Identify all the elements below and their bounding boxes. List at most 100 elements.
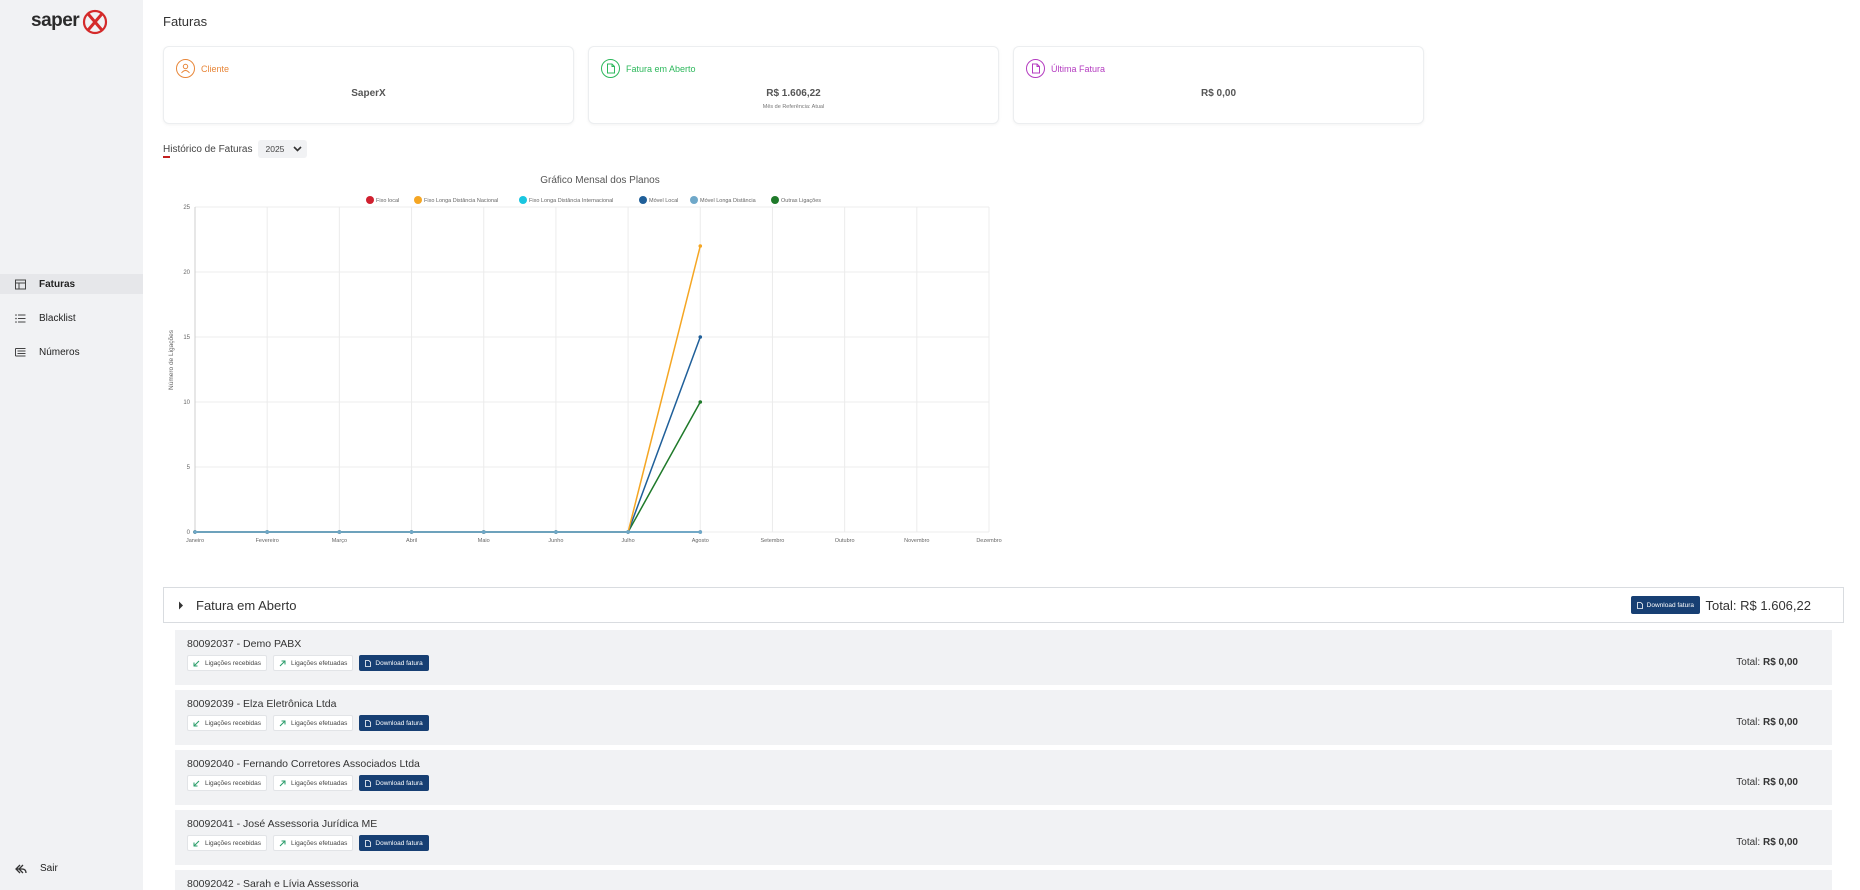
invoice-row: 80092042 - Sarah e Lívia Assessoria (175, 870, 1832, 890)
legend-swatch (690, 196, 698, 204)
chart-y-tick-label: 0 (187, 530, 191, 536)
client-card-label: Cliente (201, 63, 230, 74)
download-invoice-label: Download fatura (375, 659, 423, 667)
chart-x-tick-label: Abril (406, 538, 417, 544)
made-calls-button[interactable]: Ligações efetuadas (273, 655, 354, 671)
card-header: Fatura em Aberto (601, 59, 696, 78)
invoice-row-title: 80092041 - José Assessoria Jurídica ME (187, 818, 378, 830)
sidebar-item-label: Números (39, 346, 80, 358)
chart-series-line (195, 245, 701, 533)
open-invoice-title[interactable]: Fatura em Aberto (196, 598, 296, 613)
chart-data-point (265, 530, 269, 534)
monthly-plans-chart: Gráfico Mensal dos Planos Fixo local Fixo… (163, 168, 1013, 553)
year-select-value: 2025 (265, 144, 285, 154)
open-invoice-card-value: R$ 1.606,22 (766, 88, 821, 99)
invoice-row-total: Total: R$ 0,00 (1736, 837, 1798, 848)
sidebar-item-blacklist[interactable]: Blacklist (0, 308, 143, 328)
legend-swatch (519, 196, 527, 204)
document-icon (365, 779, 372, 787)
legend-swatch (414, 196, 422, 204)
made-calls-button[interactable]: Ligações efetuadas (273, 835, 354, 851)
legend-label: Fixo Longa Distância Internacional (529, 198, 613, 204)
sidebar-item-faturas[interactable]: Faturas (0, 274, 143, 294)
legend-label: Móvel Local (649, 198, 678, 204)
chart-data-point (409, 530, 414, 534)
caret-right-icon[interactable] (178, 601, 184, 610)
total-label: Total: (1736, 717, 1761, 728)
chart-data-point (337, 530, 342, 534)
download-invoice-button[interactable]: Download fatura (1630, 596, 1700, 614)
total-label: Total: (1736, 657, 1761, 668)
download-invoice-button[interactable]: Download fatura (359, 835, 429, 851)
legend-label: Fixo local (376, 198, 399, 204)
page-title: Faturas (163, 14, 208, 29)
total-label: Total: (1736, 837, 1761, 848)
received-calls-button[interactable]: Ligações recebidas (187, 715, 268, 731)
received-calls-button[interactable]: Ligações recebidas (187, 775, 268, 791)
chart-x-tick-label: Dezembro (976, 538, 1001, 544)
invoice-history-header: Histórico de Faturas 2025 (163, 140, 308, 158)
list-icon (15, 313, 26, 323)
chart-y-tick-label: 5 (187, 465, 191, 471)
chart-x-tick-label: Outubro (835, 538, 855, 544)
chart-y-tick-label: 10 (183, 400, 190, 406)
received-calls-label: Ligações recebidas (205, 839, 262, 847)
chart-x-tick-label: Fevereiro (256, 538, 279, 544)
invoice-table-icon (15, 279, 26, 289)
last-invoice-card-label: Última Fatura (1051, 63, 1106, 74)
received-calls-label: Ligações recebidas (205, 719, 262, 727)
chart-svg: Gráfico Mensal dos Planos Fixo local Fixo… (168, 175, 1002, 544)
document-icon (601, 59, 620, 78)
arrow-down-left-icon (193, 660, 200, 666)
invoice-row: 80092039 - Elza Eletrônica Ltda Ligações… (175, 690, 1832, 745)
download-invoice-button[interactable]: Download fatura (359, 655, 429, 671)
chart-y-axis-label: Número de Ligações (168, 329, 175, 390)
chart-x-ticks: Janeiro Fevereiro Março Abril Maio Junho Julho… (186, 538, 1002, 544)
logout-button[interactable]: Sair (15, 863, 58, 874)
legend-swatch (771, 196, 779, 204)
made-calls-button[interactable]: Ligações efetuadas (273, 775, 354, 791)
received-calls-button[interactable]: Ligações recebidas (187, 835, 268, 851)
chart-x-tick-label: Janeiro (186, 538, 204, 544)
total-label: Total: (1736, 777, 1761, 788)
received-calls-button[interactable]: Ligações recebidas (187, 655, 268, 671)
chart-data-point (698, 400, 703, 404)
download-invoice-button[interactable]: Download fatura (359, 775, 429, 791)
made-calls-button[interactable]: Ligações efetuadas (273, 715, 354, 731)
made-calls-label: Ligações efetuadas (291, 839, 348, 847)
made-calls-label: Ligações efetuadas (291, 659, 348, 667)
open-invoice-section: Fatura em Aberto Download fatura Total: … (163, 587, 1844, 623)
last-invoice-card-value: R$ 0,00 (1200, 88, 1237, 99)
made-calls-label: Ligações efetuadas (291, 779, 348, 787)
document-icon (1636, 601, 1643, 609)
chart-data-point (626, 530, 630, 534)
year-select[interactable]: 2025 (258, 140, 308, 158)
legend-swatch (639, 196, 647, 204)
logo-x-mark (82, 9, 108, 35)
chart-x-tick-label: Junho (548, 538, 563, 544)
invoice-row-total: Total: R$ 0,00 (1736, 777, 1798, 788)
document-icon (365, 719, 372, 727)
chart-x-tick-label: Novembro (904, 538, 929, 544)
saperx-logo[interactable]: saper (31, 7, 111, 37)
arrow-up-right-icon (279, 780, 286, 786)
invoice-row-actions: Ligações recebidas Ligações efetuadas Do… (187, 715, 429, 731)
sidebar-item-numeros[interactable]: Números (0, 342, 143, 362)
arrow-down-left-icon (193, 780, 200, 786)
invoice-row-title: 80092039 - Elza Eletrônica Ltda (187, 698, 337, 710)
chart-y-tick-label: 25 (183, 205, 190, 211)
chart-data-point (698, 335, 703, 339)
invoice-list: 80092037 - Demo PABX Ligações recebidas … (175, 630, 1832, 890)
download-invoice-button[interactable]: Download fatura (359, 715, 429, 731)
legend-label: Fixo Longa Distância Nacional (424, 198, 498, 204)
user-icon (176, 59, 195, 78)
open-invoice-card: Fatura em Aberto R$ 1.606,22 Mês de Refe… (588, 46, 999, 124)
legend-swatch (366, 196, 374, 204)
total-value: R$ 0,00 (1762, 657, 1798, 668)
invoice-row: 80092040 - Fernando Corretores Associado… (175, 750, 1832, 805)
legend-label: Móvel Longa Distância (700, 198, 757, 204)
arrow-down-left-icon (193, 720, 200, 726)
chart-legend: Fixo local Fixo Longa Distância Nacional F… (366, 196, 821, 204)
download-invoice-label: Download fatura (375, 719, 423, 727)
client-card: Cliente SaperX (163, 46, 574, 124)
